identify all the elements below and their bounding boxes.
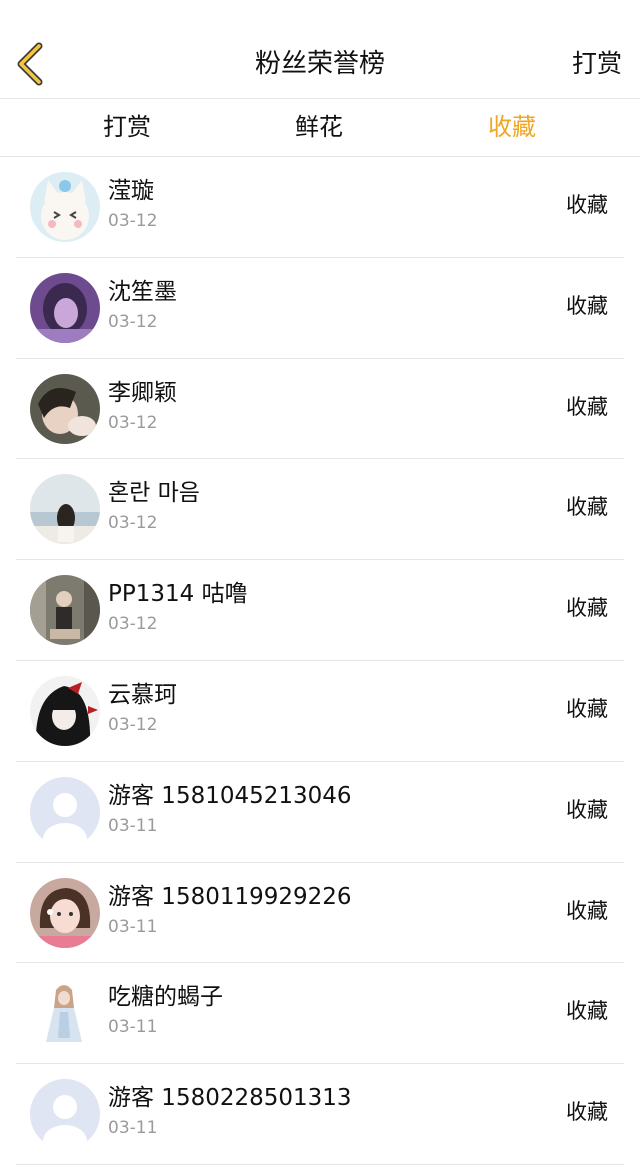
fan-name: 沈笙墨: [108, 278, 177, 305]
girl-photo-avatar: [30, 373, 100, 444]
tab-favorites[interactable]: 收藏: [452, 99, 572, 156]
list-item[interactable]: 游客 1580228501313 03-11 收藏: [16, 1064, 624, 1165]
avatar[interactable]: [30, 575, 100, 646]
list-item[interactable]: 云慕珂 03-12 收藏: [16, 661, 624, 762]
action-label: 收藏: [566, 1100, 608, 1125]
action-label: 收藏: [566, 999, 608, 1024]
girl-pink-avatar: [30, 877, 100, 948]
fan-name: 吃糖的蝎子: [108, 984, 223, 1011]
fan-date: 03-11: [108, 815, 158, 836]
list-item[interactable]: 游客 1581045213046 03-11 收藏: [16, 762, 624, 863]
action-label: 收藏: [566, 696, 608, 721]
fan-name: 滢璇: [108, 178, 154, 204]
action-label: 收藏: [566, 898, 608, 923]
avatar[interactable]: [30, 373, 100, 444]
list-item[interactable]: 滢璇 03-12 收藏: [16, 157, 624, 258]
action-label: 收藏: [566, 495, 608, 520]
purple-photo-avatar: [30, 272, 100, 343]
street-photo-avatar: [30, 575, 100, 646]
list-item[interactable]: 혼란 마음 03-12 收藏: [16, 459, 624, 561]
fan-name: 혼란 마음: [108, 480, 200, 507]
fan-list: 滢璇 03-12 收藏 沈笙墨 03-12 收藏 李卿颖 03-12 收藏 혼란…: [0, 157, 640, 1165]
page-title: 粉丝荣誉榜: [254, 49, 385, 79]
fan-date: 03-11: [108, 1118, 158, 1139]
list-item[interactable]: PP1314 咕噜 03-12 收藏: [16, 560, 624, 661]
avatar[interactable]: [30, 474, 100, 545]
tab-flowers[interactable]: 鲜花: [259, 99, 379, 156]
fan-date: 03-12: [108, 614, 158, 635]
dark-anime-avatar: [30, 675, 100, 746]
fan-date: 03-12: [108, 714, 158, 735]
avatar[interactable]: [30, 978, 100, 1049]
fan-name: PP1314 咕噜: [108, 581, 248, 608]
list-item[interactable]: 吃糖的蝎子 03-11 收藏: [16, 963, 624, 1065]
tab-reward[interactable]: 打赏: [67, 99, 187, 156]
avatar[interactable]: [30, 1079, 100, 1150]
list-item[interactable]: 沈笙墨 03-12 收藏: [16, 258, 624, 359]
fan-date: 03-12: [108, 311, 158, 332]
default-user-avatar: [30, 1079, 100, 1150]
top-nav-bar: 粉丝荣誉榜 打赏: [0, 0, 640, 99]
action-label: 收藏: [566, 394, 608, 419]
list-item[interactable]: 李卿颖 03-12 收藏: [16, 359, 624, 460]
fan-name: 游客 1580119929226: [108, 883, 352, 910]
default-user-avatar: [30, 776, 100, 847]
fan-name: 游客 1580228501313: [108, 1085, 352, 1112]
action-label: 收藏: [566, 293, 608, 318]
fan-date: 03-12: [108, 211, 158, 231]
fan-date: 03-12: [108, 513, 158, 534]
avatar[interactable]: [30, 776, 100, 847]
avatar[interactable]: [30, 877, 100, 948]
avatar[interactable]: [30, 172, 100, 242]
fan-date: 03-11: [108, 916, 158, 937]
action-label: 收藏: [566, 596, 608, 621]
fan-date: 03-12: [108, 412, 158, 433]
cartoon-cat-avatar: [30, 172, 100, 242]
fan-date: 03-11: [108, 1017, 158, 1038]
seaside-photo-avatar: [30, 474, 100, 545]
avatar[interactable]: [30, 272, 100, 343]
fan-name: 云慕珂: [108, 681, 177, 708]
list-item[interactable]: 游客 1580119929226 03-11 收藏: [16, 863, 624, 964]
reward-button[interactable]: 打赏: [572, 47, 622, 81]
tab-bar: 打赏 鲜花 收藏: [0, 99, 640, 157]
fan-name: 李卿颖: [108, 379, 177, 406]
white-dress-avatar: [30, 978, 100, 1049]
action-label: 收藏: [566, 193, 608, 217]
fan-name: 游客 1581045213046: [108, 782, 352, 809]
action-label: 收藏: [566, 797, 608, 822]
avatar[interactable]: [30, 675, 100, 746]
